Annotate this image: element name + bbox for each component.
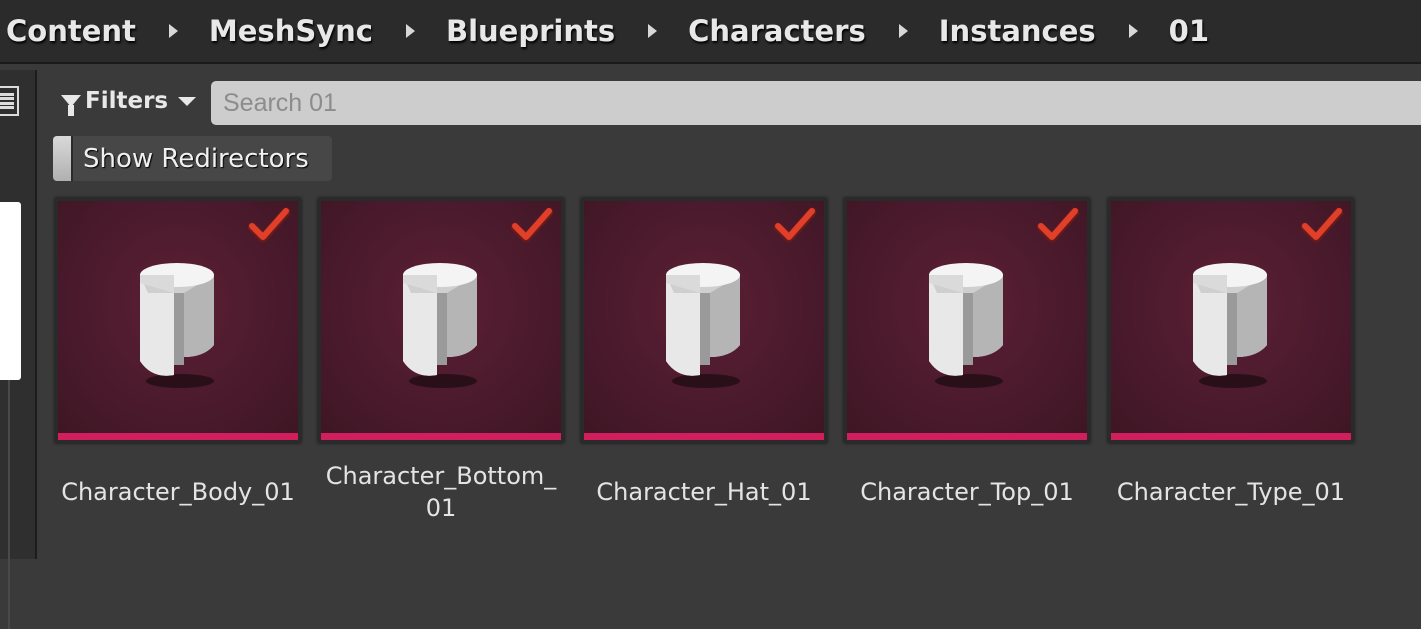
search-input[interactable] — [211, 81, 1421, 125]
asset-type-bar — [58, 433, 298, 440]
asset-name-line: Character_Body_01 — [61, 478, 295, 506]
breadcrumb-meshsync[interactable]: MeshSync — [209, 14, 373, 48]
asset-name[interactable]: Character_Top_01 — [844, 476, 1090, 508]
chevron-right-icon[interactable] — [898, 24, 908, 38]
checkmark-icon — [248, 207, 290, 243]
chevron-right-icon[interactable] — [648, 24, 658, 38]
asset-thumbnail — [584, 201, 824, 433]
asset-thumbnail — [1111, 201, 1351, 433]
static-mesh-icon — [1193, 263, 1267, 388]
asset-name-line: Character_Bottom_ — [325, 462, 557, 490]
asset-type-bar — [321, 433, 561, 440]
chevron-right-icon[interactable] — [405, 24, 415, 38]
breadcrumb-characters[interactable]: Characters — [688, 14, 866, 48]
asset-name-line: Character_Hat_01 — [596, 478, 812, 506]
chevron-right-icon[interactable] — [168, 24, 178, 38]
asset-tile[interactable] — [581, 198, 827, 443]
breadcrumb: Content MeshSync Blueprints Characters I… — [0, 0, 1421, 64]
asset-name-line: Character_Top_01 — [860, 478, 1074, 506]
static-mesh-icon — [929, 263, 1003, 388]
sources-panel — [0, 70, 37, 629]
asset-type-bar — [1111, 433, 1351, 440]
folder-tree-area[interactable] — [0, 202, 21, 380]
checkmark-icon — [1301, 207, 1343, 243]
asset-tile[interactable] — [55, 198, 301, 443]
filters-label: Filters — [85, 88, 169, 114]
dropdown-arrow-icon — [178, 96, 197, 106]
checkmark-icon — [774, 207, 816, 243]
funnel-icon — [61, 95, 81, 116]
show-redirectors-toggle[interactable]: Show Redirectors — [53, 136, 332, 181]
static-mesh-icon — [666, 263, 740, 388]
list-view-icon[interactable] — [0, 86, 19, 116]
asset-thumbnail — [58, 201, 298, 433]
breadcrumb-01[interactable]: 01 — [1169, 14, 1209, 48]
breadcrumb-blueprints[interactable]: Blueprints — [446, 14, 615, 48]
asset-name[interactable]: Character_Body_01 — [55, 476, 301, 508]
asset-name[interactable]: Character_Type_01 — [1108, 476, 1354, 508]
asset-type-bar — [584, 433, 824, 440]
checkmark-icon — [511, 207, 553, 243]
asset-type-bar — [847, 433, 1087, 440]
chevron-right-icon[interactable] — [1128, 24, 1138, 38]
asset-name[interactable]: Character_Hat_01 — [581, 476, 827, 508]
filters-button[interactable]: Filters — [61, 84, 197, 118]
asset-tile[interactable] — [318, 198, 564, 443]
asset-name-line: 01 — [425, 494, 457, 522]
static-mesh-icon — [403, 263, 477, 388]
asset-tile[interactable] — [1108, 198, 1354, 443]
redirectors-checkbox[interactable] — [53, 136, 73, 181]
breadcrumb-content[interactable]: Content — [6, 14, 136, 48]
redirectors-label: Show Redirectors — [83, 143, 309, 174]
asset-thumbnail — [847, 201, 1087, 433]
asset-name[interactable]: Character_Bottom_ 01 — [318, 460, 564, 524]
tree-divider — [8, 380, 10, 629]
asset-tile[interactable] — [844, 198, 1090, 443]
asset-thumbnail — [321, 201, 561, 433]
checkmark-icon — [1037, 207, 1079, 243]
breadcrumb-instances[interactable]: Instances — [939, 14, 1096, 48]
static-mesh-icon — [140, 263, 214, 388]
asset-name-line: Character_Type_01 — [1116, 478, 1346, 506]
